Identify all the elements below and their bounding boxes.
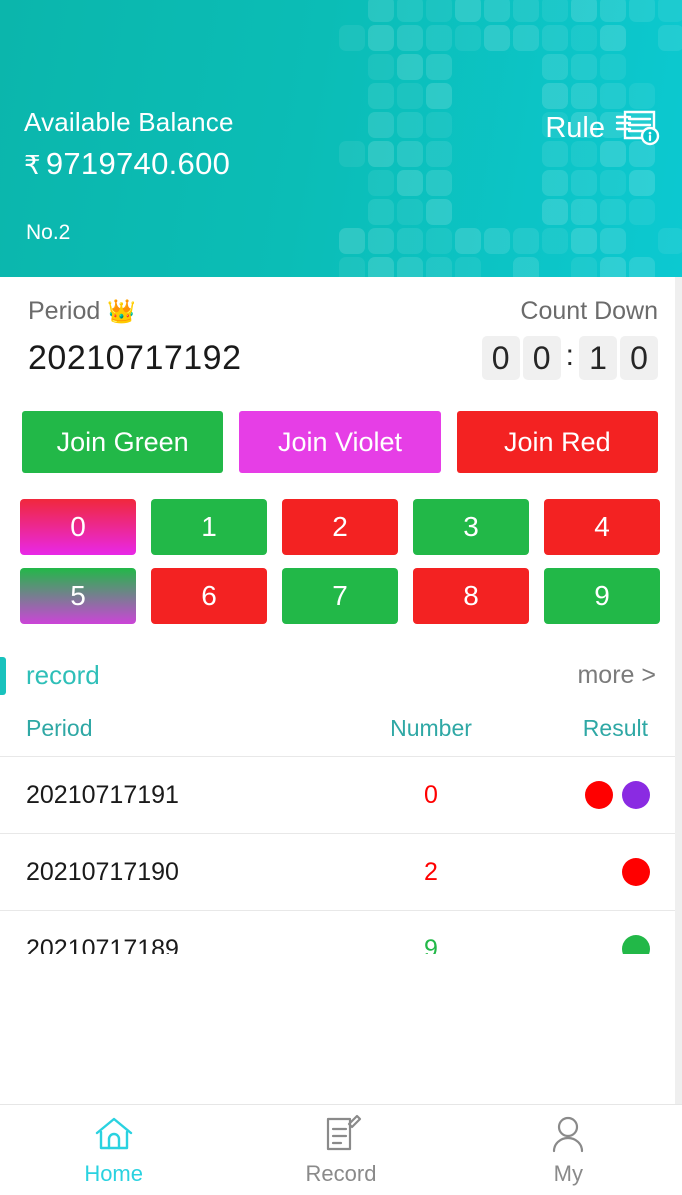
period-label: Period	[28, 297, 101, 325]
table-row: 20210717189 9	[0, 910, 682, 954]
number-button-1[interactable]: 1	[151, 499, 267, 555]
countdown-digit: 0	[481, 336, 520, 380]
join-red-button[interactable]: Join Red	[456, 411, 658, 473]
nav-label: Home	[84, 1160, 143, 1186]
column-header-period: Period	[26, 715, 93, 741]
bottom-navigation: Home Record My	[0, 1104, 682, 1195]
table-row: 20210717191 0	[0, 756, 682, 833]
countdown-label: Count Down	[520, 297, 658, 325]
row-result	[536, 858, 656, 886]
rule-label: Rule	[545, 111, 605, 144]
record-table-header: Period Number Result	[0, 697, 682, 742]
number-button-4[interactable]: 4	[544, 499, 660, 555]
nav-label: Record	[305, 1160, 377, 1186]
number-button-5[interactable]: 5	[20, 568, 136, 624]
row-number: 2	[424, 857, 438, 886]
record-header: record more >	[0, 653, 682, 697]
crown-icon: 👑	[107, 298, 136, 324]
record-more-link[interactable]: more >	[577, 661, 656, 690]
page-scrollbar[interactable]	[675, 277, 682, 1104]
record-accent-bar	[0, 657, 6, 695]
join-violet-button[interactable]: Join Violet	[239, 411, 441, 473]
countdown-digits: 00:10	[481, 336, 658, 380]
nav-item-my[interactable]: My	[455, 1114, 682, 1187]
row-period: 20210717191	[26, 780, 179, 809]
join-buttons-row: Join Green Join Violet Join Red	[0, 380, 682, 473]
number-button-3[interactable]: 3	[413, 499, 529, 555]
number-button-0[interactable]: 0	[20, 499, 136, 555]
result-dot	[622, 935, 650, 954]
row-result	[536, 935, 656, 954]
period-value: 20210717192	[28, 339, 242, 377]
number-button-8[interactable]: 8	[413, 568, 529, 624]
row-period: 20210717189	[26, 934, 179, 955]
countdown-digit: 0	[620, 336, 658, 380]
result-dot	[622, 781, 650, 809]
row-period: 20210717190	[26, 857, 179, 886]
account-number: No.2	[26, 221, 71, 244]
rule-button[interactable]: Rule	[545, 108, 660, 148]
record-title: record	[26, 659, 100, 690]
app-root: Available Balance ₹9719740.600 No.2 Rule	[0, 0, 682, 1195]
balance-amount: ₹9719740.600	[24, 146, 234, 182]
result-dot	[622, 858, 650, 886]
table-row: 20210717190 2	[0, 833, 682, 910]
countdown-digit: 0	[522, 336, 561, 380]
period-heading: Period 👑	[28, 297, 242, 326]
home-icon	[92, 1114, 136, 1154]
record-note-icon	[319, 1114, 363, 1154]
countdown-separator: :	[565, 339, 574, 372]
row-result	[536, 781, 656, 809]
period-block: Period 👑 20210717192	[28, 297, 242, 378]
column-header-number: Number	[390, 715, 472, 741]
balance-header: Available Balance ₹9719740.600 No.2 Rule	[0, 0, 682, 277]
nav-item-home[interactable]: Home	[0, 1114, 227, 1187]
row-number: 0	[424, 780, 438, 809]
nav-item-record[interactable]: Record	[227, 1114, 454, 1187]
user-icon	[546, 1114, 590, 1154]
number-button-6[interactable]: 6	[151, 568, 267, 624]
join-green-button[interactable]: Join Green	[22, 411, 224, 473]
result-dot	[585, 781, 613, 809]
currency-symbol: ₹	[24, 149, 41, 180]
row-number: 9	[424, 934, 438, 955]
period-countdown-row: Period 👑 20210717192 Count Down 00:10	[0, 277, 682, 380]
number-grid: 01234 56789	[0, 473, 682, 624]
balance-value: 9719740.600	[45, 145, 231, 181]
number-button-9[interactable]: 9	[544, 568, 660, 624]
document-info-icon	[614, 108, 660, 148]
balance-block: Available Balance ₹9719740.600	[24, 108, 234, 182]
record-rows: 2021071719102021071719022021071718992021…	[0, 756, 682, 954]
balance-label: Available Balance	[24, 107, 234, 137]
column-header-result: Result	[582, 715, 648, 741]
nav-label: My	[553, 1160, 583, 1186]
number-button-7[interactable]: 7	[282, 568, 398, 624]
countdown-block: Count Down 00:10	[481, 297, 658, 380]
number-button-2[interactable]: 2	[282, 499, 398, 555]
countdown-digit: 1	[579, 336, 617, 380]
